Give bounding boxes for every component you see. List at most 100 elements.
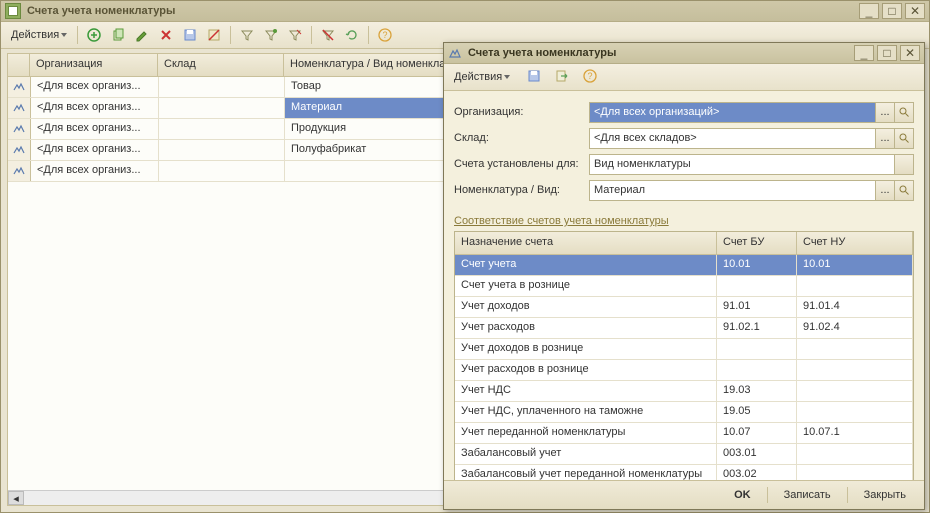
- refresh-button[interactable]: [342, 25, 362, 45]
- grid-header-marker[interactable]: [8, 54, 30, 76]
- dialog-close-button[interactable]: ✕: [900, 45, 920, 61]
- acct-cell-name: Счет учета в рознице: [455, 276, 717, 296]
- disable-mark-button[interactable]: [204, 25, 224, 45]
- maximize-button[interactable]: □: [882, 3, 902, 19]
- acct-cell-nu: [797, 339, 913, 359]
- dialog-form: Организация: <Для всех организаций> ... …: [444, 91, 924, 495]
- cell-sklad: [159, 77, 285, 97]
- dialog-title: Счета учета номенклатуры: [468, 47, 854, 59]
- org-label: Организация:: [454, 106, 589, 118]
- dialog-actions-menu[interactable]: Действия: [450, 69, 514, 85]
- scroll-left-button[interactable]: ◂: [8, 491, 24, 505]
- copy-button[interactable]: [108, 25, 128, 45]
- table-row[interactable]: Учет переданной номенклатуры10.0710.07.1: [455, 423, 913, 444]
- nom-field[interactable]: Материал ...: [589, 180, 914, 201]
- acct-cell-nu: [797, 402, 913, 422]
- app-icon: [5, 3, 21, 19]
- acct-cell-bu: 003.01: [717, 444, 797, 464]
- cell-sklad: [159, 98, 285, 118]
- acct-header-name[interactable]: Назначение счета: [455, 232, 717, 254]
- set-for-dropdown-button[interactable]: [894, 155, 913, 174]
- save-button[interactable]: [180, 25, 200, 45]
- write-button[interactable]: Записать: [774, 486, 841, 504]
- table-row[interactable]: Учет НДС, уплаченного на таможне19.05: [455, 402, 913, 423]
- acct-cell-bu: 91.02.1: [717, 318, 797, 338]
- add-button[interactable]: [84, 25, 104, 45]
- table-row[interactable]: Учет НДС19.03: [455, 381, 913, 402]
- acct-cell-name: Учет НДС, уплаченного на таможне: [455, 402, 717, 422]
- minimize-button[interactable]: _: [859, 3, 879, 19]
- acct-cell-name: Забалансовый учет: [455, 444, 717, 464]
- acct-cell-nu: 10.07.1: [797, 423, 913, 443]
- acct-header-bu[interactable]: Счет БУ: [717, 232, 797, 254]
- set-for-field[interactable]: Вид номенклатуры: [589, 154, 914, 175]
- section-title: Соответствие счетов учета номенклатуры: [454, 215, 914, 227]
- actions-menu[interactable]: Действия: [7, 27, 71, 43]
- dialog-toolbar: Действия ?: [444, 64, 924, 91]
- sklad-value: <Для всех складов>: [590, 132, 875, 144]
- dialog-minimize-button[interactable]: _: [854, 45, 874, 61]
- grid-header-org[interactable]: Организация: [30, 54, 158, 76]
- acct-header-nu[interactable]: Счет НУ: [797, 232, 913, 254]
- accounts-table: Назначение счета Счет БУ Счет НУ Счет уч…: [454, 231, 914, 487]
- chevron-down-icon: [61, 33, 67, 37]
- acct-cell-name: Счет учета: [455, 255, 717, 275]
- close-dialog-button[interactable]: Закрыть: [854, 486, 916, 504]
- acct-cell-bu: [717, 276, 797, 296]
- main-window-title: Счета учета номенклатуры: [27, 5, 859, 17]
- filter-off-button[interactable]: [318, 25, 338, 45]
- table-row[interactable]: Забалансовый учет003.01: [455, 444, 913, 465]
- row-marker-icon: [8, 119, 31, 139]
- acct-cell-name: Учет НДС: [455, 381, 717, 401]
- delete-button[interactable]: [156, 25, 176, 45]
- org-field[interactable]: <Для всех организаций> ...: [589, 102, 914, 123]
- ok-button[interactable]: OK: [724, 486, 761, 504]
- cell-org: <Для всех организ...: [31, 119, 159, 139]
- acct-cell-nu: [797, 381, 913, 401]
- filter2-button[interactable]: [261, 25, 281, 45]
- set-for-label: Счета установлены для:: [454, 158, 589, 170]
- acct-cell-bu: 10.07: [717, 423, 797, 443]
- main-title-bar: Счета учета номенклатуры _ □ ✕: [1, 1, 929, 22]
- table-row[interactable]: Счет учета в рознице: [455, 276, 913, 297]
- acct-cell-name: Учет доходов в рознице: [455, 339, 717, 359]
- dialog-help-button[interactable]: ?: [582, 68, 598, 87]
- table-row[interactable]: Учет расходов в рознице: [455, 360, 913, 381]
- org-select-button[interactable]: ...: [875, 103, 894, 122]
- table-row[interactable]: Учет доходов91.0191.01.4: [455, 297, 913, 318]
- cell-org: <Для всех организ...: [31, 140, 159, 160]
- cell-sklad: [159, 161, 285, 181]
- dialog-window: Счета учета номенклатуры _ □ ✕ Действия …: [443, 42, 925, 510]
- dialog-footer: OK Записать Закрыть: [444, 480, 924, 509]
- table-row[interactable]: Учет доходов в рознице: [455, 339, 913, 360]
- sklad-search-button[interactable]: [894, 129, 913, 148]
- dialog-save-button[interactable]: [526, 68, 542, 87]
- grid-header-sklad[interactable]: Склад: [158, 54, 284, 76]
- dialog-title-bar: Счета учета номенклатуры _ □ ✕: [444, 43, 924, 64]
- nom-select-button[interactable]: ...: [875, 181, 894, 200]
- acct-cell-nu: 91.02.4: [797, 318, 913, 338]
- nom-search-button[interactable]: [894, 181, 913, 200]
- row-marker-icon: [8, 77, 31, 97]
- nom-label: Номенклатура / Вид:: [454, 184, 589, 196]
- help-button[interactable]: ?: [375, 25, 395, 45]
- org-value: <Для всех организаций>: [590, 106, 875, 118]
- table-row[interactable]: Счет учета10.0110.01: [455, 255, 913, 276]
- close-button[interactable]: ✕: [905, 3, 925, 19]
- acct-cell-bu: 10.01: [717, 255, 797, 275]
- filter1-button[interactable]: [237, 25, 257, 45]
- filter3-button[interactable]: [285, 25, 305, 45]
- nom-value: Материал: [590, 184, 875, 196]
- dialog-maximize-button[interactable]: □: [877, 45, 897, 61]
- acct-cell-name: Учет расходов в рознице: [455, 360, 717, 380]
- acct-cell-nu: [797, 444, 913, 464]
- sklad-field[interactable]: <Для всех складов> ...: [589, 128, 914, 149]
- dialog-goto-button[interactable]: [554, 68, 570, 87]
- cell-sklad: [159, 140, 285, 160]
- table-row[interactable]: Учет расходов91.02.191.02.4: [455, 318, 913, 339]
- sklad-label: Склад:: [454, 132, 589, 144]
- edit-button[interactable]: [132, 25, 152, 45]
- sklad-select-button[interactable]: ...: [875, 129, 894, 148]
- row-marker-icon: [8, 161, 31, 181]
- org-search-button[interactable]: [894, 103, 913, 122]
